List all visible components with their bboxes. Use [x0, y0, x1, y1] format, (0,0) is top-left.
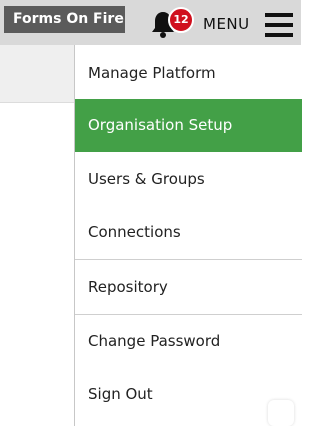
menu-item-connections[interactable]: Connections: [75, 206, 302, 259]
top-bar: Forms On Fire 12 MENU: [0, 0, 301, 45]
notification-count-badge: 12: [168, 7, 194, 33]
floating-corner-widget[interactable]: [268, 400, 294, 426]
brand-button[interactable]: Forms On Fire: [4, 6, 125, 33]
menu-divider: [75, 259, 302, 260]
menu-label[interactable]: MENU: [203, 15, 250, 33]
menu-item-change-password[interactable]: Change Password: [75, 315, 302, 368]
hamburger-menu-icon[interactable]: [265, 13, 293, 37]
menu-item-organisation-setup[interactable]: Organisation Setup: [75, 99, 302, 152]
menu-item-manage-platform[interactable]: Manage Platform: [75, 47, 302, 100]
main-menu-dropdown: Manage Platform Organisation Setup Users…: [74, 45, 302, 426]
notifications-button[interactable]: 12: [150, 7, 194, 39]
menu-item-repository[interactable]: Repository: [75, 261, 302, 314]
menu-item-users-groups[interactable]: Users & Groups: [75, 153, 302, 206]
